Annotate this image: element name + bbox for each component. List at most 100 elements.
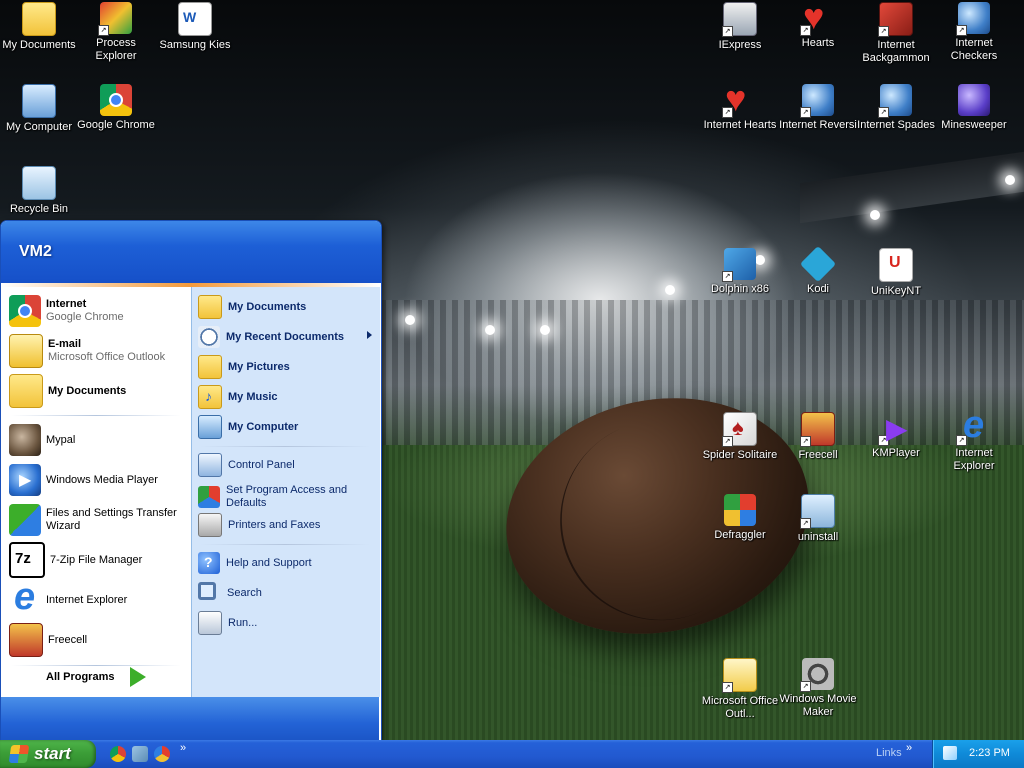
search-item[interactable]: Search xyxy=(198,580,376,606)
desktop-icon-internet-hearts[interactable]: ↗ Internet Hearts xyxy=(701,78,779,132)
pinned-email[interactable]: E-mail Microsoft Office Outlook xyxy=(9,332,185,370)
desktop-icon-unikeynt[interactable]: UniKeyNT xyxy=(857,248,935,298)
recent-7zip[interactable]: 7-Zip File Manager xyxy=(9,541,185,579)
start-menu-right-pane: My Documents My Recent Documents My Pict… xyxy=(191,287,380,697)
program-access-icon xyxy=(198,486,220,508)
desktop-icon-dolphin[interactable]: ↗ Dolphin x86 xyxy=(701,248,779,296)
settings-control-panel[interactable]: Control Panel xyxy=(198,452,376,478)
desktop-icon-internet-backgammon[interactable]: ↗ Internet Backgammon xyxy=(857,2,935,65)
recent-mypal[interactable]: Mypal xyxy=(9,421,185,459)
places-label: My Recent Documents xyxy=(226,330,344,343)
desktop-icon-outlook[interactable]: ↗ Microsoft Office Outl... xyxy=(701,658,779,721)
desktop-icon-hearts[interactable]: ↗ Hearts xyxy=(779,0,857,50)
internet-explorer-icon: ↗ xyxy=(956,404,990,447)
desktop-icon-movie-maker[interactable]: ↗ Windows Movie Maker xyxy=(779,658,857,719)
desktop-icon-kodi[interactable]: Kodi xyxy=(779,245,857,296)
desktop-icon-kmplayer[interactable]: ↗ KMPlayer xyxy=(857,412,935,460)
folder-documents-icon xyxy=(198,295,222,319)
clock[interactable]: 2:23 PM xyxy=(969,747,1010,759)
desktop-icon-minesweeper[interactable]: Minesweeper xyxy=(935,84,1013,132)
recent-label: Mypal xyxy=(46,433,76,446)
quicklaunch-app-icon[interactable] xyxy=(154,746,170,762)
all-programs-button[interactable]: All Programs xyxy=(46,667,147,687)
network-icon[interactable] xyxy=(943,746,957,760)
help-label: Help and Support xyxy=(226,556,312,569)
places-my-pictures[interactable]: My Pictures xyxy=(198,354,376,380)
recent-label: Windows Media Player xyxy=(46,473,158,486)
start-button[interactable]: start xyxy=(0,740,96,768)
desktop-icon-recycle-bin[interactable]: Recycle Bin xyxy=(0,166,78,216)
quicklaunch-chrome-icon[interactable] xyxy=(110,746,126,762)
settings-label: Set Program Access and Defaults xyxy=(226,484,348,509)
help-and-support[interactable]: Help and Support xyxy=(198,550,376,576)
recent-transfer-wizard[interactable]: Files and Settings Transfer Wizard xyxy=(9,501,185,539)
desktop-icon-label: Google Chrome xyxy=(77,119,155,131)
desktop-icon-my-computer[interactable]: My Computer xyxy=(0,84,78,134)
places-my-recent-documents[interactable]: My Recent Documents xyxy=(198,324,376,350)
shortcut-arrow-icon: ↗ xyxy=(956,25,967,36)
desktop-icon-label: Microsoft Office Outl... xyxy=(701,695,779,720)
desktop-icon-label: Recycle Bin xyxy=(9,203,69,215)
desktop-icon-label: Spider Solitaire xyxy=(702,449,778,461)
minesweeper-icon xyxy=(958,84,990,116)
shortcut-arrow-icon: ↗ xyxy=(800,25,811,36)
settings-printers-faxes[interactable]: Printers and Faxes xyxy=(198,512,376,538)
desktop-icon-spider-solitaire[interactable]: ↗ Spider Solitaire xyxy=(701,412,779,462)
links-more-button[interactable]: » xyxy=(906,742,912,754)
desktop-icon-samsung-kies[interactable]: Samsung Kies xyxy=(156,2,234,52)
recent-label: Freecell xyxy=(48,633,88,646)
places-my-documents[interactable]: My Documents xyxy=(198,294,376,320)
desktop-icon-process-explorer[interactable]: ↗ Process Explorer xyxy=(77,2,155,63)
desktop-icon-label: Windows Movie Maker xyxy=(779,693,857,718)
chrome-icon xyxy=(9,295,41,327)
quicklaunch-more-button[interactable]: » xyxy=(180,742,186,754)
quicklaunch-desktop-icon[interactable] xyxy=(132,746,148,762)
recent-label: Files and Settings Transfer Wizard xyxy=(46,507,177,532)
settings-program-access[interactable]: Set Program Access and Defaults xyxy=(198,482,376,512)
recent-freecell[interactable]: Freecell xyxy=(9,621,185,659)
spider-solitaire-icon: ↗ xyxy=(722,412,757,447)
all-programs-label: All Programs xyxy=(46,671,115,683)
stadium-light xyxy=(540,325,550,335)
places-my-computer[interactable]: My Computer xyxy=(198,414,376,440)
desktop-icon-my-documents[interactable]: My Documents xyxy=(0,2,78,52)
desktop-icon-internet-reversi[interactable]: ↗ Internet Reversi xyxy=(779,84,857,132)
desktop-icon-label: Freecell xyxy=(798,449,838,461)
kmplayer-icon: ↗ xyxy=(878,412,912,446)
run-label: Run... xyxy=(228,616,258,629)
desktop-icon-internet-checkers[interactable]: ↗ Internet Checkers xyxy=(935,2,1013,63)
shortcut-arrow-icon: ↗ xyxy=(800,518,811,529)
pinned-internet[interactable]: Internet Google Chrome xyxy=(9,292,185,330)
links-toolbar[interactable]: Links xyxy=(876,747,902,759)
defraggler-icon xyxy=(724,494,756,526)
desktop-icon-defraggler[interactable]: Defraggler xyxy=(701,494,779,542)
desktop-icon-label: My Computer xyxy=(5,121,73,133)
kodi-icon xyxy=(799,245,837,283)
system-tray: 2:23 PM xyxy=(932,740,1024,768)
run-item[interactable]: Run... xyxy=(198,610,376,636)
desktop-icon-google-chrome[interactable]: Google Chrome xyxy=(77,84,155,132)
desktop-icon-label: My Documents xyxy=(2,39,76,51)
stadium-light xyxy=(665,285,675,295)
desktop-icon-uninstall[interactable]: ↗ uninstall xyxy=(779,494,857,544)
recent-windows-media-player[interactable]: Windows Media Player xyxy=(9,461,185,499)
desktop-icon-internet-spades[interactable]: ↗ Internet Spades xyxy=(857,84,935,132)
stadium-light xyxy=(1005,175,1015,185)
spades-icon: ↗ xyxy=(878,84,912,118)
start-label: start xyxy=(34,744,71,763)
desktop-icon-label: Dolphin x86 xyxy=(710,283,770,295)
folder-pictures-icon xyxy=(198,355,222,379)
computer-icon xyxy=(22,84,56,118)
desktop-icon-label: UniKeyNT xyxy=(870,285,922,297)
movie-maker-icon: ↗ xyxy=(800,658,834,692)
start-menu-left-pane: Internet Google Chrome E-mail Microsoft Of… xyxy=(1,287,190,697)
settings-label: Control Panel xyxy=(228,458,295,471)
pinned-my-documents[interactable]: My Documents xyxy=(9,372,185,410)
desktop-icon-iexpress[interactable]: ↗ IExpress xyxy=(701,2,779,52)
recent-internet-explorer[interactable]: Internet Explorer xyxy=(9,576,185,619)
internet-explorer-icon xyxy=(9,576,41,619)
desktop-icon-internet-explorer[interactable]: ↗ Internet Explorer xyxy=(935,404,1013,473)
recent-label: Internet Explorer xyxy=(46,593,128,606)
desktop-icon-freecell[interactable]: ↗ Freecell xyxy=(779,412,857,462)
places-my-music[interactable]: My Music xyxy=(198,384,376,410)
